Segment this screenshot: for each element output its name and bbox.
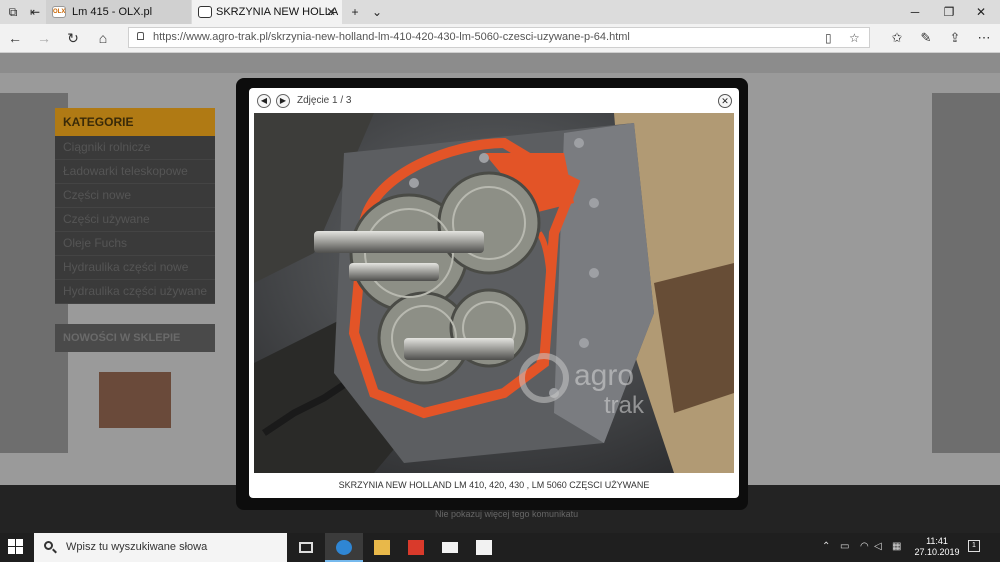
lock-icon	[137, 32, 144, 40]
lightbox-close-button[interactable]: ✕	[718, 94, 732, 108]
more-icon[interactable]: ⋯	[973, 28, 995, 48]
url-text: https://www.agro-trak.pl/skrzynia-new-ho…	[153, 31, 630, 43]
tab-bar: ⧉ ⇤ OLX Lm 415 - OLX.pl SKRZYNIA NEW HOL…	[0, 0, 1000, 24]
window-close-icon[interactable]: ✕	[962, 0, 1000, 24]
gift-icon	[408, 540, 424, 555]
taskbar-mail[interactable]	[431, 533, 469, 562]
notifications-icon[interactable]: 1	[968, 540, 980, 552]
edge-icon	[336, 540, 352, 555]
windows-start-icon[interactable]	[8, 539, 24, 555]
new-tab-icon[interactable]: +	[344, 2, 366, 22]
lightbox: ◀ ▶ Zdjęcie 1 / 3 ✕ agro trak SKRZYNIA N…	[249, 88, 739, 498]
tab-olx-label: Lm 415 - OLX.pl	[72, 6, 153, 18]
taskbar-search[interactable]: Wpisz tu wyszukiwane słowa	[34, 533, 287, 562]
volume-icon[interactable]: ◁	[874, 541, 882, 553]
category-item[interactable]: Hydraulika części nowe	[55, 256, 215, 280]
gearbox-photo-graphic: agro trak	[254, 113, 734, 473]
favorites-icon[interactable]: ✩	[886, 28, 908, 48]
tab-skrzynia[interactable]: SKRZYNIA NEW HOLLA ✕	[192, 0, 342, 24]
task-view-button[interactable]	[287, 533, 325, 562]
watermark-trak: trak	[604, 392, 645, 419]
taskbar-search-placeholder: Wpisz tu wyszukiwane słowa	[66, 541, 208, 553]
wifi-icon[interactable]: ◠	[860, 541, 869, 553]
image-counter: Zdjęcie 1 / 3	[297, 95, 352, 106]
right-decor-strip	[932, 93, 1000, 453]
taskbar-store[interactable]	[465, 533, 503, 562]
categories-heading: KATEGORIE	[55, 108, 215, 136]
watermark-agro: agro	[574, 359, 634, 392]
favorite-star-icon[interactable]: ☆	[849, 29, 860, 47]
tab-olx[interactable]: OLX Lm 415 - OLX.pl	[46, 0, 191, 24]
taskbar-office[interactable]	[397, 533, 435, 562]
image-caption: SKRZYNIA NEW HOLLAND LM 410, 420, 430 , …	[338, 480, 650, 490]
clock-date: 27.10.2019	[914, 547, 960, 557]
keyboard-icon[interactable]: ▦	[892, 541, 901, 553]
store-bag-icon	[476, 540, 492, 555]
product-photo: agro trak	[254, 113, 734, 473]
sidebar: KATEGORIE Ciągniki rolnicze Ładowarki te…	[55, 108, 215, 428]
clock-time: 11:41	[926, 536, 948, 546]
category-item[interactable]: Hydraulika części używane	[55, 280, 215, 304]
taskbar: Wpisz tu wyszukiwane słowa ⌃ ▭ ◠ ◁ ▦ 11:…	[0, 533, 1000, 562]
page-favicon-icon	[198, 6, 212, 18]
refresh-icon[interactable]: ↻	[60, 28, 86, 48]
taskbar-explorer[interactable]	[363, 533, 401, 562]
news-heading: NOWOŚCI W SKLEPIE	[55, 324, 215, 352]
category-item[interactable]: Oleje Fuchs	[55, 232, 215, 256]
forward-icon[interactable]: →	[31, 28, 57, 48]
share-icon[interactable]: ⇪	[944, 28, 966, 48]
address-bar: ← → ↻ ⌂ https://www.agro-trak.pl/skrzyni…	[0, 24, 1000, 53]
home-icon[interactable]: ⌂	[90, 28, 116, 48]
category-item[interactable]: Części używane	[55, 208, 215, 232]
back-to-tabs-icon[interactable]: ⇤	[24, 2, 46, 22]
olx-favicon-icon: OLX	[52, 6, 66, 18]
mail-icon	[442, 542, 458, 553]
folder-icon	[374, 540, 390, 555]
reading-view-icon[interactable]: ▯	[825, 29, 832, 47]
battery-icon[interactable]: ▭	[840, 541, 849, 553]
tab-actions-icon[interactable]: ⧉	[2, 2, 24, 22]
taskbar-clock[interactable]: 11:41 27.10.2019	[912, 536, 962, 558]
categories-list: Ciągniki rolnicze Ładowarki teleskopowe …	[55, 136, 215, 304]
page-top-strip	[0, 53, 1000, 73]
back-icon[interactable]: ←	[2, 28, 28, 48]
news-thumbnail[interactable]	[99, 372, 171, 428]
minimize-icon[interactable]: ─	[896, 0, 934, 24]
task-view-icon	[299, 542, 313, 553]
taskbar-edge[interactable]	[325, 533, 363, 562]
tab-list-chevron-icon[interactable]: ⌄	[366, 2, 388, 22]
category-item[interactable]: Ładowarki teleskopowe	[55, 160, 215, 184]
url-field[interactable]: https://www.agro-trak.pl/skrzynia-new-ho…	[128, 27, 870, 48]
tab-skrzynia-label: SKRZYNIA NEW HOLLA	[216, 6, 339, 18]
prev-image-button[interactable]: ◀	[257, 94, 271, 108]
category-item[interactable]: Ciągniki rolnicze	[55, 136, 215, 160]
search-icon	[44, 541, 53, 550]
tray-chevron-icon[interactable]: ⌃	[822, 541, 830, 553]
category-item[interactable]: Części nowe	[55, 184, 215, 208]
notes-icon[interactable]: ✎	[915, 28, 937, 48]
next-image-button[interactable]: ▶	[276, 94, 290, 108]
cookie-dismiss-link[interactable]: Nie pokazuj więcej tego komunikatu	[435, 509, 578, 519]
tab-close-icon[interactable]: ✕	[326, 0, 336, 24]
